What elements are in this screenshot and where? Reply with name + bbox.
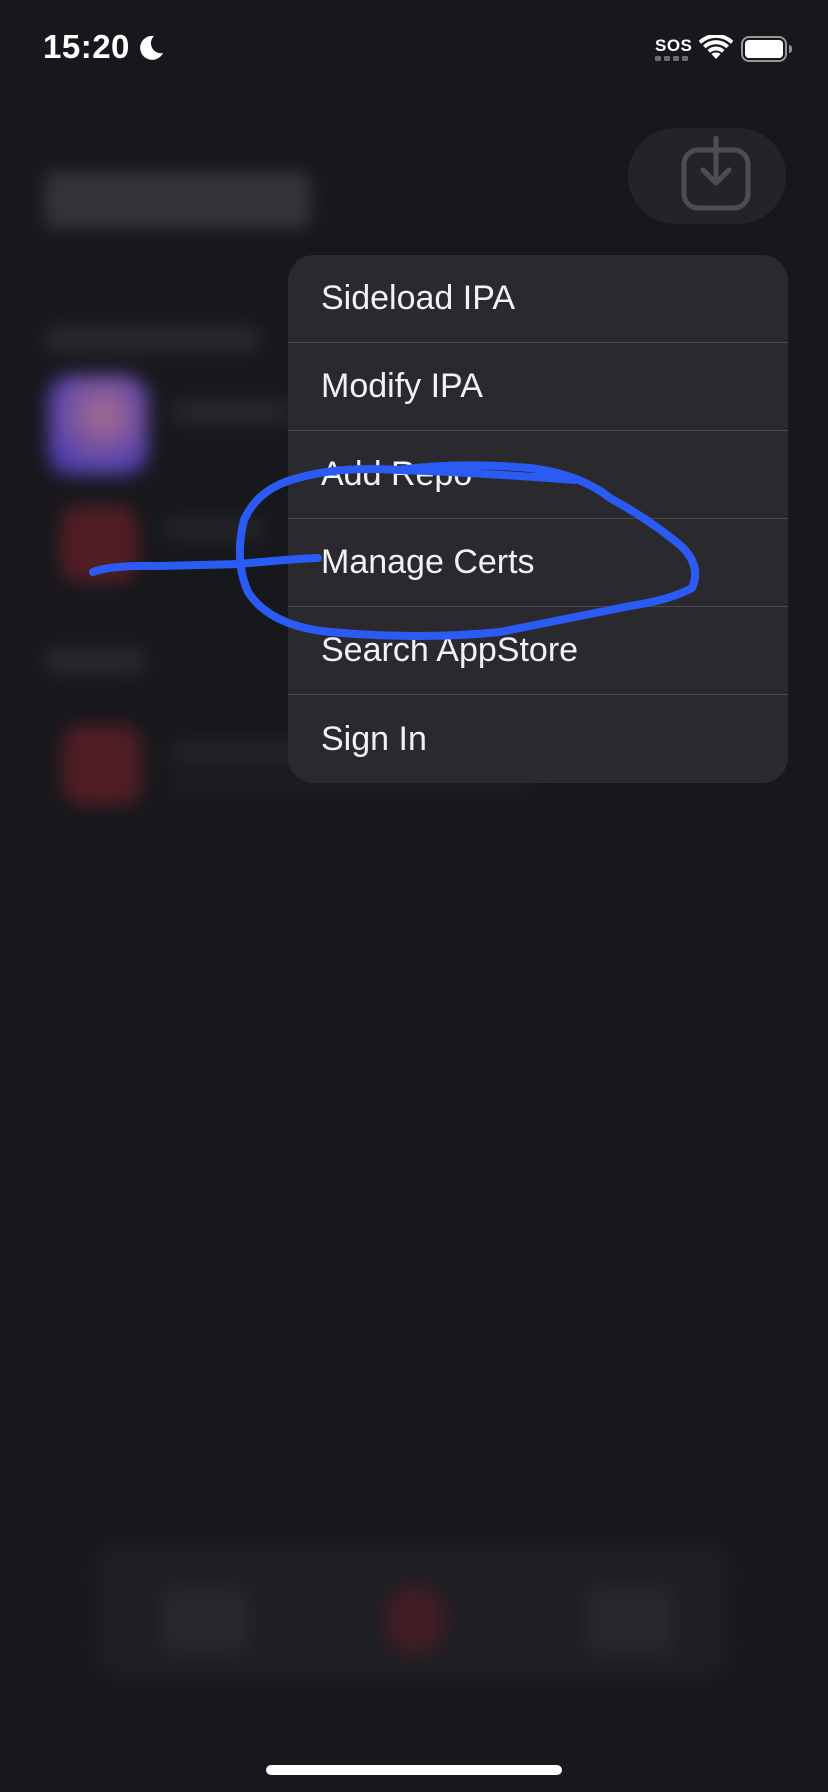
moon-icon [140, 35, 163, 60]
menu-item-sign-in[interactable]: Sign In [288, 695, 788, 783]
blurred-app-name [165, 518, 265, 540]
sos-label: SOS [655, 36, 693, 55]
blurred-page-title [45, 172, 310, 228]
blurred-section-header [45, 326, 260, 352]
battery-icon [741, 36, 792, 62]
home-indicator[interactable] [266, 1765, 562, 1775]
menu-item-add-repo[interactable]: Add Repo [288, 431, 788, 519]
menu-item-search-appstore[interactable]: Search AppStore [288, 607, 788, 695]
menu-item-manage-certs[interactable]: Manage Certs [288, 519, 788, 607]
blurred-app-icon [48, 375, 148, 475]
cellular-signal-icon [655, 56, 689, 61]
blurred-section-header [45, 648, 145, 674]
blurred-app-icon [62, 725, 142, 805]
blurred-app-icon [60, 505, 138, 583]
blurred-app-name [172, 400, 292, 424]
blurred-tab-item [160, 1585, 250, 1655]
wifi-icon [699, 35, 733, 59]
blurred-tab-item [385, 1585, 445, 1655]
blurred-tab-item [585, 1585, 675, 1655]
menu-item-modify-ipa[interactable]: Modify IPA [288, 343, 788, 431]
status-time: 15:20 [43, 28, 130, 65]
status-bar: 15:20 SOS [0, 0, 828, 100]
context-menu: Sideload IPA Modify IPA Add Repo Manage … [288, 255, 788, 783]
screen: 15:20 SOS Sideload IPA Modify IPA Add Re… [0, 0, 828, 1792]
download-icon[interactable] [681, 136, 751, 212]
menu-item-sideload-ipa[interactable]: Sideload IPA [288, 255, 788, 343]
